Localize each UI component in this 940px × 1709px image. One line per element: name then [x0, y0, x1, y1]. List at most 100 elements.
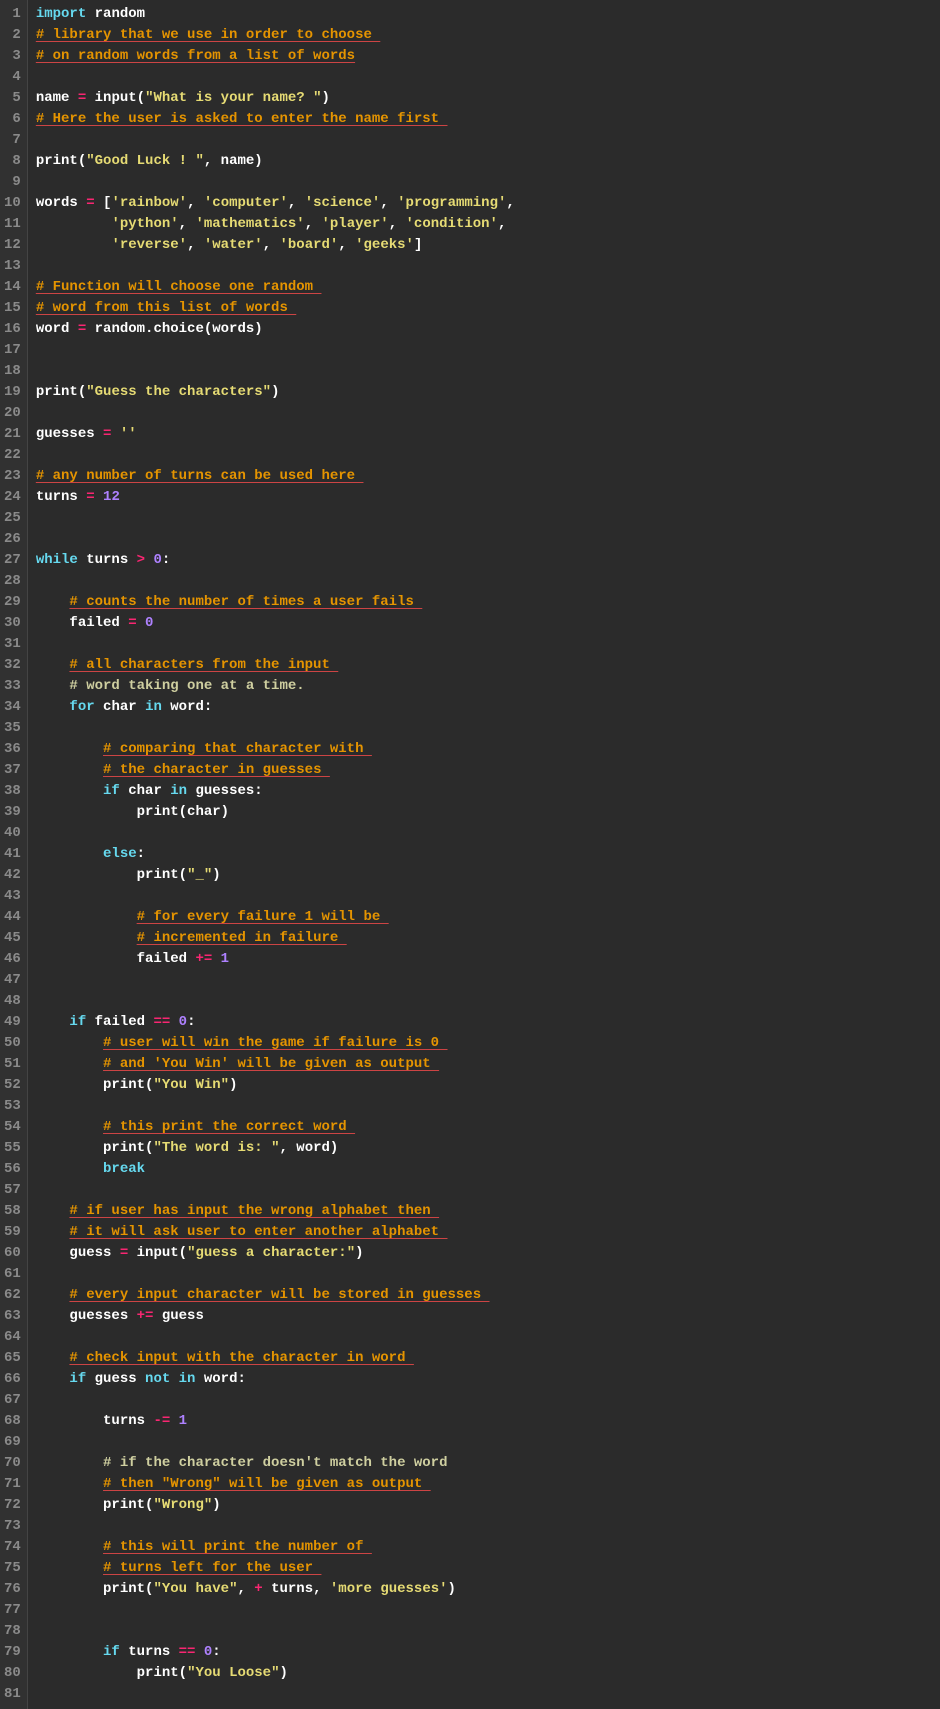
code-line[interactable]: # this will print the number of	[36, 1537, 932, 1558]
code-line[interactable]: # if the character doesn't match the wor…	[36, 1453, 932, 1474]
code-line[interactable]: guess = input("guess a character:")	[36, 1243, 932, 1264]
code-line[interactable]	[36, 1096, 932, 1117]
code-line[interactable]: # word from this list of words	[36, 298, 932, 319]
code-line[interactable]	[36, 508, 932, 529]
code-line[interactable]: # all characters from the input	[36, 655, 932, 676]
code-line[interactable]: # incremented in failure	[36, 928, 932, 949]
code-line[interactable]	[36, 1264, 932, 1285]
code-line[interactable]: failed = 0	[36, 613, 932, 634]
code-line[interactable]: # Here the user is asked to enter the na…	[36, 109, 932, 130]
code-line[interactable]	[36, 1432, 932, 1453]
code-line[interactable]: if turns == 0:	[36, 1642, 932, 1663]
code-line[interactable]	[36, 361, 932, 382]
line-number: 36	[4, 739, 21, 760]
code-line[interactable]: turns -= 1	[36, 1411, 932, 1432]
code-line[interactable]: print("Guess the characters")	[36, 382, 932, 403]
code-line[interactable]: import random	[36, 4, 932, 25]
code-line[interactable]	[36, 1327, 932, 1348]
code-line[interactable]: # it will ask user to enter another alph…	[36, 1222, 932, 1243]
code-line[interactable]: 'python', 'mathematics', 'player', 'cond…	[36, 214, 932, 235]
code-line[interactable]: # on random words from a list of words	[36, 46, 932, 67]
token-nm	[36, 1014, 70, 1030]
token-sp: # this print the correct word	[103, 1119, 355, 1135]
code-line[interactable]: for char in word:	[36, 697, 932, 718]
code-line[interactable]	[36, 1621, 932, 1642]
token-nm	[170, 1014, 178, 1030]
code-line[interactable]: if failed == 0:	[36, 1012, 932, 1033]
code-line[interactable]: # counts the number of times a user fail…	[36, 592, 932, 613]
code-line[interactable]: guesses = ''	[36, 424, 932, 445]
code-line[interactable]: if guess not in word:	[36, 1369, 932, 1390]
code-line[interactable]: # then "Wrong" will be given as output	[36, 1474, 932, 1495]
code-line[interactable]	[36, 529, 932, 550]
code-line[interactable]	[36, 1684, 932, 1705]
code-line[interactable]: # word taking one at a time.	[36, 676, 932, 697]
code-line[interactable]: print("Good Luck ! ", name)	[36, 151, 932, 172]
token-kw: for	[69, 699, 94, 715]
code-line[interactable]: turns = 12	[36, 487, 932, 508]
code-line[interactable]: # comparing that character with	[36, 739, 932, 760]
code-line[interactable]: print("You Loose")	[36, 1663, 932, 1684]
token-sp: # and 'You Win' will be given as output	[103, 1056, 439, 1072]
code-line[interactable]: # every input character will be stored i…	[36, 1285, 932, 1306]
code-line[interactable]	[36, 445, 932, 466]
code-line[interactable]	[36, 991, 932, 1012]
code-line[interactable]: print("_")	[36, 865, 932, 886]
code-line[interactable]: # if user has input the wrong alphabet t…	[36, 1201, 932, 1222]
code-line[interactable]: # for every failure 1 will be	[36, 907, 932, 928]
code-line[interactable]: print("The word is: ", word)	[36, 1138, 932, 1159]
line-number: 16	[4, 319, 21, 340]
code-line[interactable]: break	[36, 1159, 932, 1180]
line-number: 81	[4, 1684, 21, 1705]
code-line[interactable]	[36, 340, 932, 361]
line-number: 7	[4, 130, 21, 151]
code-line[interactable]	[36, 67, 932, 88]
line-number: 10	[4, 193, 21, 214]
code-line[interactable]: failed += 1	[36, 949, 932, 970]
token-str: 'reverse'	[111, 237, 187, 253]
line-number: 24	[4, 487, 21, 508]
code-area[interactable]: import random# library that we use in or…	[28, 0, 940, 1709]
code-line[interactable]	[36, 1516, 932, 1537]
code-line[interactable]	[36, 823, 932, 844]
code-line[interactable]: print("You Win")	[36, 1075, 932, 1096]
code-line[interactable]	[36, 571, 932, 592]
code-line[interactable]	[36, 130, 932, 151]
code-line[interactable]: # user will win the game if failure is 0	[36, 1033, 932, 1054]
code-line[interactable]: word = random.choice(words)	[36, 319, 932, 340]
line-number: 15	[4, 298, 21, 319]
code-line[interactable]: print(char)	[36, 802, 932, 823]
code-line[interactable]	[36, 172, 932, 193]
code-line[interactable]	[36, 718, 932, 739]
code-line[interactable]: # this print the correct word	[36, 1117, 932, 1138]
code-line[interactable]: # any number of turns can be used here	[36, 466, 932, 487]
code-line[interactable]	[36, 970, 932, 991]
code-line[interactable]: 'reverse', 'water', 'board', 'geeks']	[36, 235, 932, 256]
code-line[interactable]: while turns > 0:	[36, 550, 932, 571]
code-line[interactable]	[36, 1600, 932, 1621]
code-line[interactable]	[36, 886, 932, 907]
code-line[interactable]: words = ['rainbow', 'computer', 'science…	[36, 193, 932, 214]
code-line[interactable]	[36, 403, 932, 424]
code-line[interactable]: else:	[36, 844, 932, 865]
code-line[interactable]: # turns left for the user	[36, 1558, 932, 1579]
line-number: 26	[4, 529, 21, 550]
code-line[interactable]: print("Wrong")	[36, 1495, 932, 1516]
code-line[interactable]: guesses += guess	[36, 1306, 932, 1327]
token-nm: ,	[288, 195, 305, 211]
code-line[interactable]	[36, 1180, 932, 1201]
code-line[interactable]: # library that we use in order to choose	[36, 25, 932, 46]
code-line[interactable]: # Function will choose one random	[36, 277, 932, 298]
code-line[interactable]: # check input with the character in word	[36, 1348, 932, 1369]
line-number: 17	[4, 340, 21, 361]
code-line[interactable]	[36, 256, 932, 277]
code-line[interactable]: # and 'You Win' will be given as output	[36, 1054, 932, 1075]
code-line[interactable]: # the character in guesses	[36, 760, 932, 781]
code-line[interactable]: print("You have", + turns, 'more guesses…	[36, 1579, 932, 1600]
line-number: 21	[4, 424, 21, 445]
code-line[interactable]	[36, 634, 932, 655]
code-line[interactable]	[36, 1390, 932, 1411]
code-line[interactable]: name = input("What is your name? ")	[36, 88, 932, 109]
code-line[interactable]: if char in guesses:	[36, 781, 932, 802]
line-number: 41	[4, 844, 21, 865]
